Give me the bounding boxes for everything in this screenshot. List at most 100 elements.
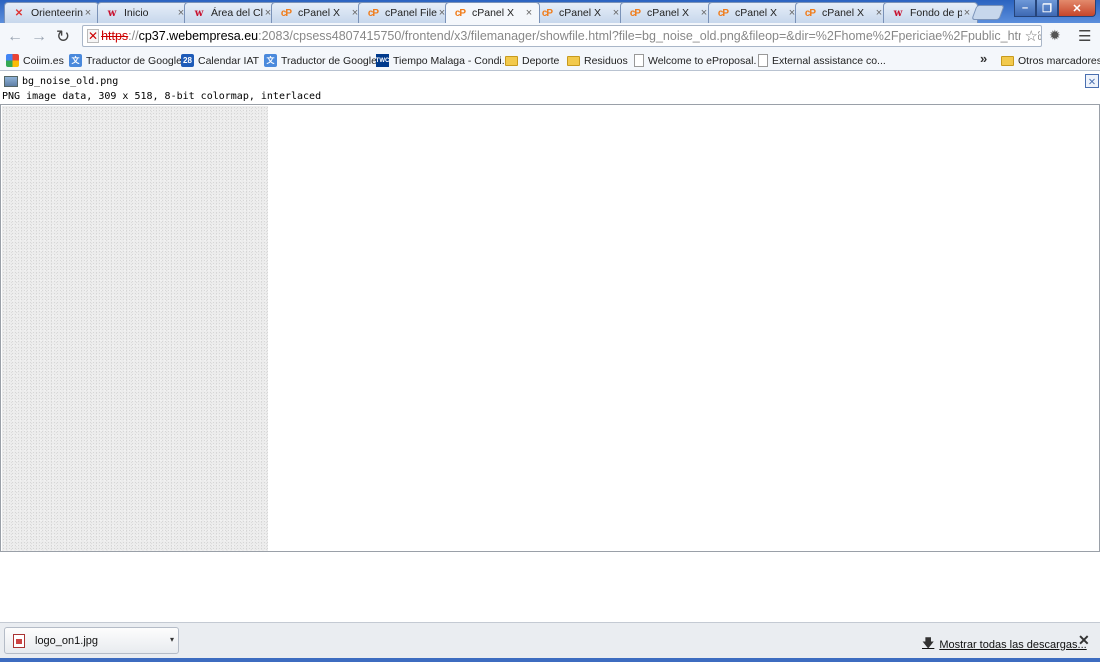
page-content: bg_noise_old.png PNG image data, 309 x 5…	[0, 72, 1100, 622]
close-icon[interactable]: ✕	[1085, 74, 1099, 88]
show-all-label: Mostrar todas las descargas...	[939, 638, 1087, 651]
translate-icon: 文	[264, 54, 277, 67]
bookmarks-bar: Coiim.es 文 Traductor de Google 28 Calend…	[0, 50, 1100, 71]
extension-icon[interactable]: ✹	[1049, 27, 1061, 44]
download-shelf: logo_on1.jpg ▾ 🡇 Mostrar todas las desca…	[0, 622, 1100, 658]
bookmark-label: Tiempo Malaga - Condi...	[393, 54, 511, 67]
bookmark-item[interactable]: External assistance co...	[758, 52, 886, 69]
webempresa-icon: w	[107, 7, 117, 19]
tab-fondo[interactable]: w Fondo de p ×	[883, 2, 978, 23]
download-filename: logo_on1.jpg	[35, 634, 99, 647]
bookmark-label: Residuos	[584, 54, 628, 67]
taskbar-edge	[0, 658, 1100, 662]
download-item[interactable]: logo_on1.jpg ▾	[4, 627, 179, 654]
tab-cpanel[interactable]: cP cPanel X ×	[271, 2, 366, 23]
google-icon	[6, 54, 19, 67]
tab-cpanel-file[interactable]: cP cPanel File ×	[358, 2, 453, 23]
bookmark-item[interactable]: 文 Traductor de Google	[69, 52, 182, 69]
tab-cpanel[interactable]: cP cPanel X ×	[708, 2, 803, 23]
browser-window: ✕ Orienteerin × w Inicio × w Área del Cl…	[0, 0, 1100, 662]
file-info-header: bg_noise_old.png PNG image data, 309 x 5…	[0, 72, 1100, 104]
tab-title: Fondo de p	[910, 7, 962, 19]
tab-close-icon[interactable]: ×	[962, 7, 972, 19]
tab-close-icon[interactable]: ×	[524, 7, 534, 19]
tab-title: Orienteerin	[31, 7, 83, 19]
bookmark-label: Coiim.es	[23, 54, 64, 67]
url-host: cp37.webempresa.eu	[138, 29, 259, 43]
orienteering-icon: ✕	[14, 7, 24, 19]
other-bookmarks-folder[interactable]: Otros marcadores	[1001, 52, 1100, 69]
bookmark-item[interactable]: Welcome to eProposal.	[634, 52, 756, 69]
tab-title: cPanel X	[298, 7, 341, 19]
cpanel-icon: cP	[629, 7, 641, 19]
url-separator: ://	[128, 29, 139, 43]
tab-title: Inicio	[124, 7, 149, 19]
image-file-icon	[4, 76, 18, 87]
tab-area-cliente[interactable]: w Área del Cl ×	[184, 2, 279, 23]
cpanel-icon: cP	[804, 7, 816, 19]
download-arrow-icon: 🡇	[922, 636, 935, 650]
url-scheme: https	[101, 29, 129, 43]
tab-close-icon[interactable]: ×	[83, 7, 93, 19]
bookmark-item[interactable]: 28 Calendar IAT	[181, 52, 259, 69]
bookmark-label: Traductor de Google	[86, 54, 182, 67]
bookmark-folder-residuos[interactable]: Residuos	[567, 52, 628, 69]
back-arrow-icon[interactable]: ←	[3, 25, 27, 49]
restore-icon[interactable]: ❐	[1036, 0, 1058, 17]
bookmark-label: External assistance co...	[772, 54, 886, 67]
cpanel-icon: cP	[367, 7, 379, 19]
tab-title: cPanel X	[472, 7, 515, 19]
bookmarks-overflow-chevron-icon[interactable]: »	[980, 50, 987, 67]
image-preview-frame	[0, 104, 1100, 552]
insecure-lock-icon[interactable]: ✕	[87, 29, 100, 43]
tab-title: cPanel X	[735, 7, 778, 19]
window-controls: – ❐ ✕	[1014, 0, 1096, 17]
window-close-icon[interactable]: ✕	[1058, 0, 1096, 17]
reload-icon[interactable]: ↻	[51, 25, 75, 49]
page-icon	[758, 54, 768, 67]
page-icon	[634, 54, 644, 67]
bookmark-item[interactable]: Coiim.es	[6, 52, 64, 69]
folder-icon	[567, 55, 580, 66]
tab-title: cPanel File	[385, 7, 437, 19]
forward-arrow-icon[interactable]: →	[27, 25, 51, 49]
close-shelf-icon[interactable]: ✕	[1078, 632, 1090, 649]
minimize-icon[interactable]: –	[1014, 0, 1036, 17]
file-description: PNG image data, 309 x 518, 8-bit colorma…	[2, 91, 322, 102]
tab-cpanel[interactable]: cP cPanel X ×	[620, 2, 715, 23]
jpg-file-icon	[13, 633, 25, 648]
translate-icon: 文	[69, 54, 82, 67]
folder-icon	[505, 55, 518, 66]
cpanel-icon: cP	[541, 7, 553, 19]
bookmark-star-icon[interactable]: ☆	[1020, 27, 1038, 45]
bookmark-label: Deporte	[522, 54, 560, 67]
menu-icon[interactable]: ☰	[1078, 27, 1091, 45]
tab-title: cPanel X	[559, 7, 602, 19]
tab-cpanel[interactable]: cP cPanel X ×	[532, 2, 627, 23]
file-name: bg_noise_old.png	[22, 76, 119, 87]
cpanel-icon: cP	[454, 7, 466, 19]
bookmark-label: Otros marcadores	[1018, 54, 1100, 67]
tab-title: cPanel X	[822, 7, 865, 19]
tab-orienteering[interactable]: ✕ Orienteerin ×	[4, 2, 99, 23]
chevron-down-icon[interactable]: ▾	[170, 635, 174, 644]
noise-image-preview	[2, 106, 268, 551]
new-tab-button[interactable]	[971, 5, 1005, 20]
bookmark-label: Calendar IAT	[198, 54, 260, 67]
tab-strip: ✕ Orienteerin × w Inicio × w Área del Cl…	[0, 0, 1100, 23]
webempresa-icon: w	[893, 7, 903, 19]
address-bar[interactable]: ✕ https://cp37.webempresa.eu:2083/cpsess…	[82, 25, 1042, 47]
twc-icon: TWC	[376, 54, 389, 67]
tab-cpanel-active[interactable]: cP cPanel X ×	[445, 2, 540, 23]
folder-icon	[1001, 55, 1014, 66]
toolbar: ← → ↻ ✕ https://cp37.webempresa.eu:2083/…	[0, 23, 1100, 50]
cpanel-icon: cP	[717, 7, 729, 19]
calendar-icon: 28	[181, 54, 194, 67]
show-all-downloads-link[interactable]: 🡇 Mostrar todas las descargas...	[922, 634, 1087, 655]
bookmark-item[interactable]: 文 Traductor de Google	[264, 52, 377, 69]
bookmark-item[interactable]: TWC Tiempo Malaga - Condi...	[376, 52, 511, 69]
tab-cpanel[interactable]: cP cPanel X ×	[795, 2, 890, 23]
tab-inicio[interactable]: w Inicio ×	[97, 2, 192, 23]
url-path: :2083/cpsess4807415750/frontend/x3/filem…	[258, 29, 1042, 43]
bookmark-folder-deporte[interactable]: Deporte	[505, 52, 559, 69]
